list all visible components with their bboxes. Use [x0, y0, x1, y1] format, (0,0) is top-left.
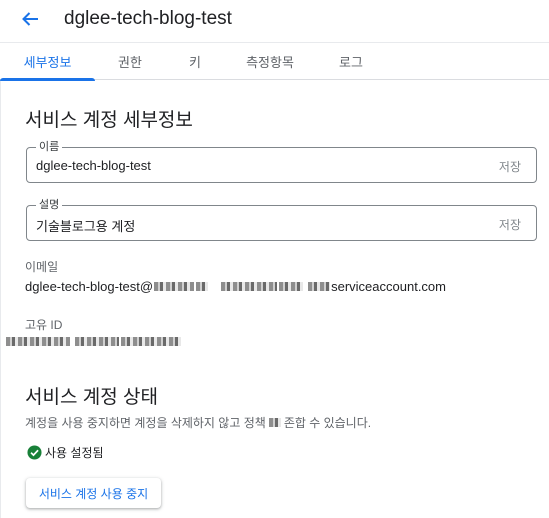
redacted-block	[268, 418, 281, 427]
description-field[interactable]: 설명 기술블로그용 계정 저장	[26, 198, 537, 241]
unique-id-label: 고유 ID	[25, 318, 63, 332]
status-description-end: 존합 수 있습니다.	[283, 416, 372, 430]
email-label: 이메일	[25, 260, 59, 274]
app-header: dglee-tech-blog-test	[0, 0, 549, 42]
redacted-block	[279, 282, 304, 291]
redacted-block	[75, 337, 119, 346]
email-suffix: serviceaccount.com	[331, 279, 446, 294]
tab-bar: 세부정보 권한 키 측정항목 로그	[0, 42, 549, 81]
redacted-block	[308, 282, 331, 291]
check-circle-icon	[27, 445, 42, 460]
tab-permissions[interactable]: 권한	[95, 43, 165, 80]
details-panel: 서비스 계정 세부정보 이름 dglee-tech-blog-test 저장 설…	[0, 81, 549, 518]
name-field-label: 이름	[36, 140, 63, 154]
email-prefix: dglee-tech-blog-test@	[25, 279, 154, 294]
status-section-title: 서비스 계정 상태	[25, 387, 158, 408]
tab-keys[interactable]: 키	[165, 43, 225, 80]
name-save-button[interactable]: 저장	[499, 158, 521, 175]
back-button[interactable]	[16, 7, 44, 31]
status-description-start: 계정을 사용 중지하면 계정을 삭제하지 않고 정책	[25, 416, 266, 430]
tab-logs[interactable]: 로그	[315, 43, 387, 80]
description-save-button[interactable]: 저장	[499, 216, 521, 233]
redacted-block	[154, 282, 195, 291]
status-indicator: 사용 설정됨	[27, 444, 104, 461]
tab-details[interactable]: 세부정보	[0, 43, 95, 81]
redacted-block	[6, 337, 70, 346]
unique-id-value	[5, 337, 182, 346]
page-title: dglee-tech-blog-test	[64, 8, 232, 29]
disable-service-account-button[interactable]: 서비스 계정 사용 중지	[26, 478, 161, 508]
redacted-block	[221, 282, 278, 291]
details-section-title: 서비스 계정 세부정보	[25, 110, 193, 131]
redacted-block	[121, 337, 181, 346]
status-text: 사용 설정됨	[45, 446, 104, 460]
redacted-block	[196, 282, 209, 291]
name-field-value[interactable]: dglee-tech-blog-test	[36, 158, 151, 173]
email-value: dglee-tech-blog-test@ serviceaccount.com	[25, 279, 446, 294]
status-description: 계정을 사용 중지하면 계정을 삭제하지 않고 정책 존합 수 있습니다.	[25, 414, 371, 431]
tab-metrics[interactable]: 측정항목	[225, 43, 315, 80]
name-field[interactable]: 이름 dglee-tech-blog-test 저장	[26, 140, 537, 183]
description-field-label: 설명	[36, 198, 63, 212]
arrow-back-icon	[22, 12, 38, 26]
description-field-value[interactable]: 기술블로그용 계정	[36, 216, 135, 235]
